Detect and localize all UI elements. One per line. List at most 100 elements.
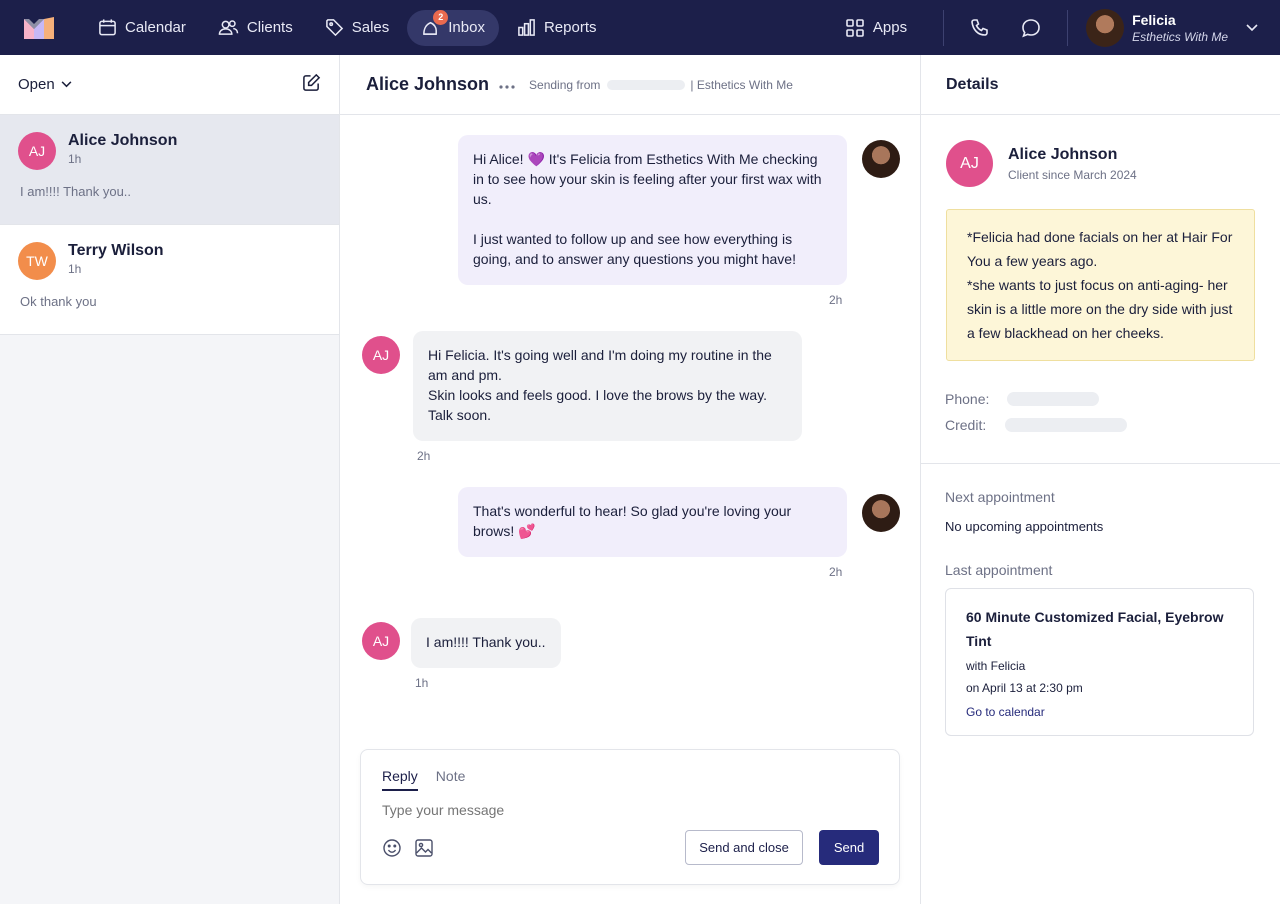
details-panel: Details AJ Alice Johnson Client since Ma…	[921, 55, 1280, 904]
redacted-phone	[607, 79, 686, 90]
conversation-time: 1h	[68, 262, 82, 276]
nav-calendar[interactable]: Calendar	[84, 10, 200, 46]
message-incoming: Hi Felicia. It's going well and I'm doin…	[413, 331, 802, 441]
inbox-unread-badge: 2	[433, 9, 449, 25]
app-logo[interactable]	[24, 16, 54, 39]
nav-sales-label: Sales	[351, 19, 390, 36]
nav-clients-label: Clients	[246, 19, 293, 36]
user-avatar	[1086, 8, 1125, 47]
chat-bubble-icon	[1022, 18, 1040, 37]
client-card: AJ Alice Johnson Client since March 2024	[946, 140, 1137, 187]
composer-tabs: Reply Note	[382, 768, 483, 791]
user-business: Esthetics With Me	[1132, 29, 1228, 44]
nav-reports-label: Reports	[543, 19, 597, 36]
conversation-list-panel: Open AJ Alice Johnson 1h I am!!!! Thank …	[0, 55, 340, 904]
attach-image-button[interactable]	[414, 838, 434, 858]
sending-from-label: Sending from	[529, 77, 601, 92]
message-time: 1h	[415, 676, 429, 690]
top-navigation: Calendar Clients Sales 2 Inbox Reports A…	[0, 0, 1280, 55]
nav-clients[interactable]: Clients	[204, 10, 307, 46]
next-appointment-label: Next appointment	[945, 489, 1055, 505]
sending-from-business: | Esthetics With Me	[690, 77, 793, 92]
calendar-icon	[99, 19, 116, 36]
message-text: Hi Felicia. It's going well and I'm doin…	[428, 347, 772, 383]
message-text: That's wonderful to hear! So glad you're…	[473, 503, 792, 539]
message-outgoing: That's wonderful to hear! So glad you're…	[458, 487, 847, 557]
users-icon	[218, 20, 239, 35]
appointment-datetime: on April 13 at 2:30 pm	[966, 681, 1083, 695]
smiley-icon	[383, 839, 401, 857]
sender-avatar	[862, 140, 900, 178]
phone-icon	[971, 18, 988, 36]
client-avatar: AJ	[946, 140, 993, 187]
nav-reports[interactable]: Reports	[503, 10, 611, 46]
tab-note[interactable]: Note	[436, 768, 466, 791]
note-line: *she wants to just focus on anti-aging- …	[967, 277, 1233, 341]
conversation-preview: I am!!!! Thank you..	[20, 184, 132, 199]
more-options-button[interactable]	[499, 76, 515, 94]
nav-apps-label: Apps	[872, 19, 908, 36]
conversation-name: Terry Wilson	[68, 242, 164, 259]
message-outgoing: Hi Alice! 💜 It's Felicia from Esthetics …	[458, 135, 847, 285]
last-appointment-label: Last appointment	[945, 562, 1053, 578]
apps-grid-icon	[846, 18, 864, 37]
client-name[interactable]: Alice Johnson	[1008, 146, 1137, 164]
tag-icon	[325, 19, 343, 37]
nav-divider	[943, 9, 945, 46]
next-appointment-value: No upcoming appointments	[945, 519, 1104, 534]
composer-toolbar	[382, 838, 446, 858]
appointment-staff: with Felicia	[966, 659, 1026, 673]
nav-sales[interactable]: Sales	[311, 10, 404, 46]
send-button[interactable]: Send	[819, 830, 879, 865]
sender-avatar	[862, 494, 900, 532]
compose-button[interactable]	[302, 73, 321, 97]
client-since: Client since March 2024	[1008, 167, 1137, 182]
message-text: I am!!!! Thank you..	[426, 634, 546, 650]
nav-apps[interactable]: Apps	[831, 10, 921, 46]
redacted-credit-value	[1005, 418, 1128, 432]
conversation-preview: Ok thank you	[20, 294, 97, 309]
note-line: *Felicia had done facials on her at Hair…	[967, 229, 1233, 269]
tab-reply[interactable]: Reply	[382, 768, 418, 791]
credit-label: Credit:	[945, 417, 987, 433]
sending-from: Sending from | Esthetics With Me	[529, 78, 793, 92]
message-incoming: I am!!!! Thank you..	[411, 618, 561, 668]
avatar: TW	[18, 242, 56, 280]
phone-button[interactable]	[962, 10, 998, 46]
message-time: 2h	[417, 449, 431, 463]
appointment-title: 60 Minute Customized Facial, Eyebrow Tin…	[966, 609, 1224, 649]
conversation-item-alice-johnson[interactable]: AJ Alice Johnson 1h I am!!!! Thank you..	[0, 115, 339, 225]
last-appointment-card: 60 Minute Customized Facial, Eyebrow Tin…	[945, 588, 1254, 736]
client-note[interactable]: *Felicia had done facials on her at Hair…	[946, 209, 1255, 361]
message-time: 2h	[829, 565, 843, 579]
chat-header: Alice Johnson Sending from | Esthetics W…	[340, 55, 920, 115]
go-to-calendar-link[interactable]: Go to calendar	[966, 705, 1233, 719]
redacted-phone-value	[1007, 392, 1100, 406]
chat-button[interactable]	[1013, 10, 1049, 46]
conversation-item-terry-wilson[interactable]: TW Terry Wilson 1h Ok thank you	[0, 225, 339, 335]
avatar: AJ	[362, 336, 400, 374]
credit-row: Credit:	[945, 417, 1128, 433]
message-text: Skin looks and feels good. I love the br…	[428, 387, 768, 423]
user-name: Felicia	[1132, 11, 1176, 28]
nav-right-group: Apps Felicia Esthetics With Me	[831, 0, 1280, 55]
message-text: I just wanted to follow up and see how e…	[473, 231, 796, 267]
user-menu[interactable]: Felicia Esthetics With Me	[1086, 8, 1258, 47]
message-time: 2h	[829, 293, 843, 307]
nav-inbox-label: Inbox	[448, 19, 485, 36]
emoji-button[interactable]	[382, 838, 402, 858]
nav-inbox[interactable]: 2 Inbox	[407, 9, 499, 46]
chat-panel: Alice Johnson Sending from | Esthetics W…	[340, 55, 921, 904]
send-and-close-button[interactable]: Send and close	[685, 830, 803, 865]
status-filter-dropdown[interactable]: Open	[18, 76, 72, 93]
message-input[interactable]	[382, 802, 862, 818]
avatar: AJ	[362, 622, 400, 660]
chat-title: Alice Johnson	[366, 74, 490, 94]
image-icon	[415, 839, 433, 857]
phone-row: Phone:	[945, 391, 1100, 407]
nav-calendar-label: Calendar	[125, 19, 186, 36]
more-horizontal-icon	[499, 84, 515, 89]
nav-divider-2	[1067, 9, 1069, 46]
chevron-down-icon	[61, 81, 72, 88]
message-composer: Reply Note Send and close Send	[360, 749, 900, 885]
